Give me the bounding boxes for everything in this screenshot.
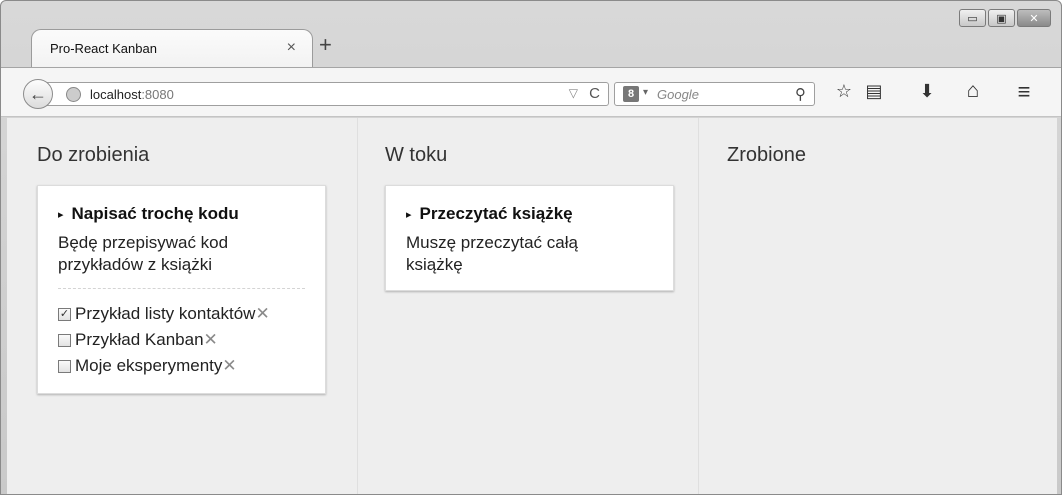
tab-title: Pro-React Kanban	[50, 41, 157, 56]
url-bar[interactable]: localhost:8080 ▽ C	[41, 82, 609, 106]
search-placeholder[interactable]: Google	[657, 87, 699, 102]
reading-list-icon[interactable]: ▤	[863, 81, 885, 102]
reload-icon[interactable]: C	[589, 85, 600, 102]
url-history-dropdown-icon[interactable]: ▽	[569, 86, 578, 100]
tab-strip: Pro-React Kanban × + ▭ ▣ ✕	[1, 1, 1061, 69]
browser-tab[interactable]: Pro-React Kanban ×	[31, 29, 313, 69]
card: ▸ Napisać trochę kodu Będę przepisywać k…	[37, 185, 326, 394]
card-divider	[58, 288, 305, 289]
home-icon[interactable]: ⌂	[962, 79, 984, 103]
new-tab-button[interactable]: +	[319, 34, 332, 56]
download-icon[interactable]: ⬇	[916, 81, 938, 102]
column-title: Zrobione	[727, 144, 806, 166]
card-title-text: Napisać trochę kodu	[71, 204, 239, 223]
expand-arrow-icon[interactable]: ▸	[406, 208, 412, 221]
delete-task-icon[interactable]: ✕	[255, 301, 269, 327]
expand-arrow-icon[interactable]: ▸	[58, 208, 64, 221]
bookmark-star-icon[interactable]: ☆	[833, 81, 855, 102]
card-description: Będę przepisywać kod przykładów z książk…	[58, 233, 229, 274]
window-controls: ▭ ▣ ✕	[959, 9, 1051, 27]
task-checkbox[interactable]	[58, 333, 71, 347]
card-title[interactable]: ▸ Napisać trochę kodu	[58, 204, 305, 224]
delete-task-icon[interactable]: ✕	[204, 327, 218, 353]
card-title-text: Przeczytać książkę	[419, 204, 573, 223]
card-title[interactable]: ▸ Przeczytać książkę	[406, 204, 653, 224]
maximize-button[interactable]: ▣	[988, 9, 1015, 27]
minimize-button[interactable]: ▭	[959, 9, 986, 27]
back-button[interactable]: ←	[23, 79, 53, 109]
navigation-bar: localhost:8080 ▽ C ← 8 ▾ Google ⚲ ☆ ▤ ⬇ …	[1, 67, 1061, 117]
search-bar[interactable]: 8 ▾ Google ⚲	[614, 82, 815, 106]
column-in-progress: W toku ▸ Przeczytać książkę Muszę przecz…	[358, 118, 699, 494]
google-engine-icon[interactable]: 8	[623, 86, 639, 102]
task-name: Przykład listy kontaktów	[75, 304, 256, 323]
url-text[interactable]: localhost:8080	[90, 87, 174, 102]
kanban-board: Do zrobienia ▸ Napisać trochę kodu Będę …	[7, 118, 1057, 494]
column-done: Zrobione	[699, 118, 1057, 494]
task-name: Przykład Kanban	[75, 330, 204, 349]
column-todo: Do zrobienia ▸ Napisać trochę kodu Będę …	[7, 118, 358, 494]
tab-close-icon[interactable]: ×	[287, 39, 296, 57]
card-description: Muszę przeczytać całą książkę	[406, 233, 578, 274]
browser-window: Pro-React Kanban × + ▭ ▣ ✕ localhost:808…	[0, 0, 1062, 495]
task-item: Moje eksperymenty ✕	[58, 353, 305, 379]
task-item: Przykład Kanban ✕	[58, 327, 305, 353]
card: ▸ Przeczytać książkę Muszę przeczytać ca…	[385, 185, 674, 291]
search-icon[interactable]: ⚲	[795, 85, 806, 103]
task-checkbox[interactable]	[58, 359, 71, 373]
menu-icon[interactable]: ≡	[1013, 79, 1035, 105]
column-title: W toku	[385, 144, 448, 166]
column-title: Do zrobienia	[37, 144, 150, 166]
task-item: ✓ Przykład listy kontaktów ✕	[58, 301, 305, 327]
delete-task-icon[interactable]: ✕	[222, 353, 236, 379]
globe-icon	[66, 87, 81, 102]
search-engine-dropdown-icon[interactable]: ▾	[643, 87, 648, 98]
task-name: Moje eksperymenty	[75, 356, 223, 375]
task-checkbox-checked[interactable]: ✓	[58, 307, 71, 321]
close-window-button[interactable]: ✕	[1017, 9, 1051, 27]
